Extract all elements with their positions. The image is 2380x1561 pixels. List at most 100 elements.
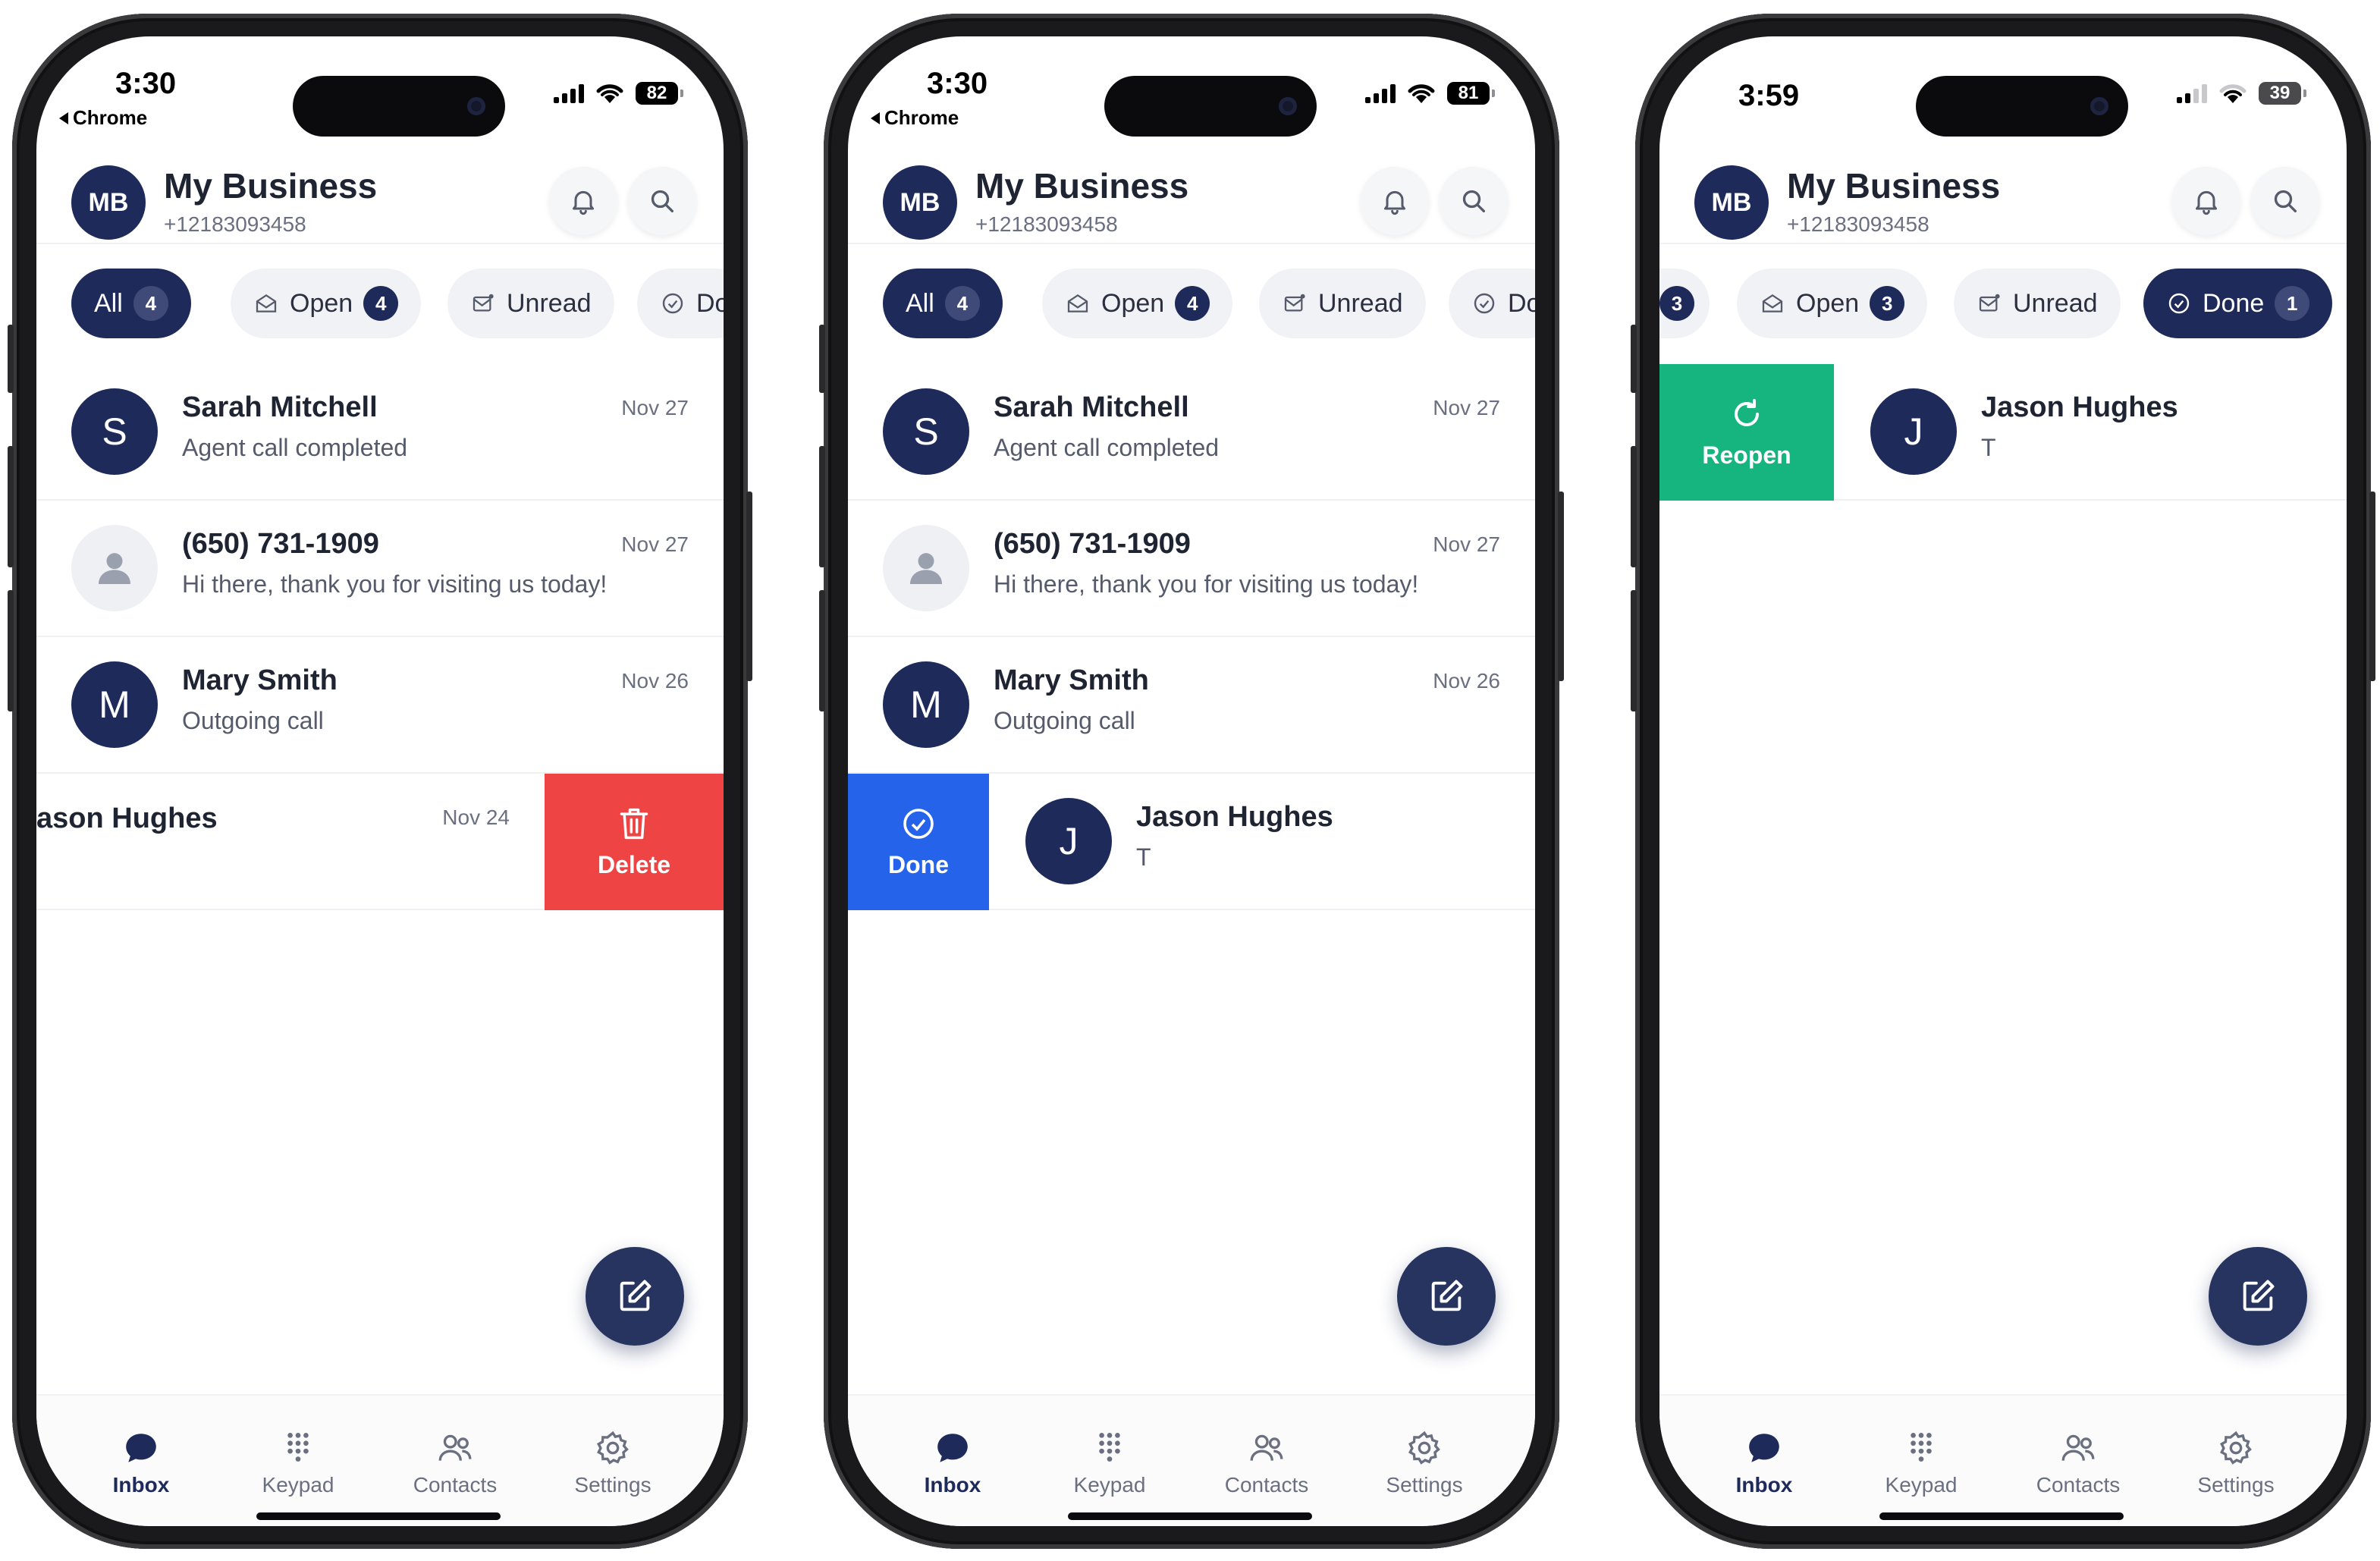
chip-label: Open — [290, 288, 353, 318]
home-indicator[interactable] — [1879, 1512, 2124, 1520]
notifications-button[interactable] — [1361, 167, 1429, 235]
tab-inbox[interactable]: Inbox — [1696, 1429, 1832, 1497]
chip-label: All — [94, 288, 123, 318]
chip-unread[interactable]: Unread — [1954, 269, 2121, 338]
search-button[interactable] — [1440, 167, 1508, 235]
conversation-row-swiped[interactable]: Reopen J Jason Hughes T — [1659, 364, 2347, 501]
wifi-icon — [1408, 84, 1435, 103]
tab-settings[interactable]: Settings — [545, 1429, 681, 1497]
gear-icon — [1408, 1431, 1440, 1465]
conversation-row[interactable]: M Mary Smith Outgoing call Nov 26 — [36, 637, 724, 774]
message-date: Nov 27 — [621, 396, 689, 419]
business-avatar[interactable]: MB — [883, 165, 957, 240]
chip-unread[interactable]: Unread — [1259, 269, 1426, 338]
mark-done-button[interactable]: Done — [848, 774, 989, 910]
compose-button[interactable] — [1397, 1247, 1496, 1346]
envelope-dot-icon — [1282, 291, 1308, 316]
notifications-button[interactable] — [549, 167, 617, 235]
bell-icon — [1384, 190, 1405, 215]
tab-bar: Inbox Keypad Contacts Settings — [36, 1394, 724, 1526]
chip-done[interactable]: Do — [637, 269, 724, 338]
trash-icon — [620, 808, 648, 839]
conversation-row-swiped[interactable]: ason Hughes Nov 24 Delete — [36, 774, 724, 910]
chip-done[interactable]: Done 1 — [2143, 269, 2333, 338]
message-preview: T — [1981, 434, 1996, 461]
business-phone: +12183093458 — [975, 212, 1118, 236]
contact-avatar: J — [1870, 388, 1957, 475]
search-button[interactable] — [628, 167, 696, 235]
tab-inbox[interactable]: Inbox — [884, 1429, 1021, 1497]
tab-contacts[interactable]: Contacts — [2010, 1429, 2146, 1497]
search-button[interactable] — [2251, 167, 2319, 235]
chip-done[interactable]: Do — [1449, 269, 1535, 338]
battery-icon: 39 — [2259, 82, 2306, 105]
check-circle-icon — [660, 291, 686, 316]
business-name: My Business — [1787, 166, 2001, 206]
message-date: Nov 26 — [1433, 669, 1500, 693]
back-to-app-link[interactable]: Chrome — [59, 106, 147, 130]
tab-keypad[interactable]: Keypad — [1853, 1429, 1989, 1497]
tab-settings[interactable]: Settings — [1356, 1429, 1493, 1497]
status-icons: 81 — [1365, 82, 1495, 105]
contacts-icon — [438, 1434, 472, 1461]
back-triangle-icon — [871, 112, 880, 124]
chat-bubble-icon — [1749, 1434, 1779, 1462]
chip-count: 4 — [133, 286, 168, 321]
person-placeholder-icon — [71, 525, 158, 611]
compose-icon — [620, 1280, 652, 1311]
tab-keypad[interactable]: Keypad — [1041, 1429, 1178, 1497]
envelope-open-icon — [1065, 291, 1091, 316]
business-avatar[interactable]: MB — [1694, 165, 1769, 240]
chip-count: 3 — [1659, 286, 1694, 321]
chip-all[interactable]: All 4 — [883, 269, 1003, 338]
back-app-label: Chrome — [73, 106, 148, 129]
back-to-app-link[interactable]: Chrome — [871, 106, 959, 130]
business-avatar[interactable]: MB — [71, 165, 146, 240]
tab-bar: Inbox Keypad Contacts Settings — [1659, 1394, 2347, 1526]
person-placeholder-icon — [883, 525, 969, 611]
conversation-row[interactable]: S Sarah Mitchell Agent call completed No… — [848, 364, 1535, 501]
screen: 3:59 39 MB My Business +12183093458 3 Op… — [1659, 36, 2347, 1526]
check-circle-icon — [903, 808, 934, 839]
tab-keypad[interactable]: Keypad — [230, 1429, 366, 1497]
compose-button[interactable] — [2209, 1247, 2307, 1346]
compose-button[interactable] — [586, 1247, 684, 1346]
chip-open[interactable]: Open 4 — [1042, 269, 1233, 338]
cellular-signal-icon — [1365, 83, 1396, 103]
search-icon — [651, 190, 673, 212]
tab-settings[interactable]: Settings — [2168, 1429, 2304, 1497]
business-name: My Business — [975, 166, 1189, 206]
tab-contacts[interactable]: Contacts — [387, 1429, 523, 1497]
conversation-row[interactable]: (650) 731-1909 Hi there, thank you for v… — [36, 501, 724, 637]
chip-open[interactable]: Open 3 — [1737, 269, 1928, 338]
battery-icon: 82 — [636, 82, 683, 105]
contact-name: Sarah Mitchell — [994, 391, 1189, 423]
message-preview: Outgoing call — [182, 707, 324, 734]
chip-all[interactable]: All 4 — [71, 269, 191, 338]
notifications-button[interactable] — [2172, 167, 2240, 235]
conversation-row[interactable]: M Mary Smith Outgoing call Nov 26 — [848, 637, 1535, 774]
status-time: 3:30 — [115, 67, 177, 100]
tab-inbox[interactable]: Inbox — [73, 1429, 209, 1497]
search-icon — [1462, 190, 1485, 212]
tab-contacts[interactable]: Contacts — [1198, 1429, 1335, 1497]
chip-all[interactable]: 3 — [1659, 269, 1710, 338]
contact-avatar: J — [1025, 798, 1112, 884]
chip-label: Unread — [1318, 288, 1403, 318]
chip-unread[interactable]: Unread — [447, 269, 614, 338]
reopen-button[interactable]: Reopen — [1659, 364, 1834, 501]
conversation-row[interactable]: (650) 731-1909 Hi there, thank you for v… — [848, 501, 1535, 637]
status-icons: 82 — [554, 82, 683, 105]
chip-label: Done — [2203, 288, 2265, 318]
conversation-row-swiped[interactable]: Done J Jason Hughes T — [848, 774, 1535, 910]
delete-label: Delete — [597, 850, 671, 878]
home-indicator[interactable] — [256, 1512, 501, 1520]
chip-label: Unread — [507, 288, 592, 318]
delete-button[interactable]: Delete — [545, 774, 724, 910]
contact-name: (650) 731-1909 — [182, 528, 379, 560]
home-indicator[interactable] — [1068, 1512, 1312, 1520]
envelope-dot-icon — [1977, 291, 2002, 316]
chip-open[interactable]: Open 4 — [231, 269, 422, 338]
cellular-signal-icon — [2177, 83, 2207, 103]
conversation-row[interactable]: S Sarah Mitchell Agent call completed No… — [36, 364, 724, 501]
